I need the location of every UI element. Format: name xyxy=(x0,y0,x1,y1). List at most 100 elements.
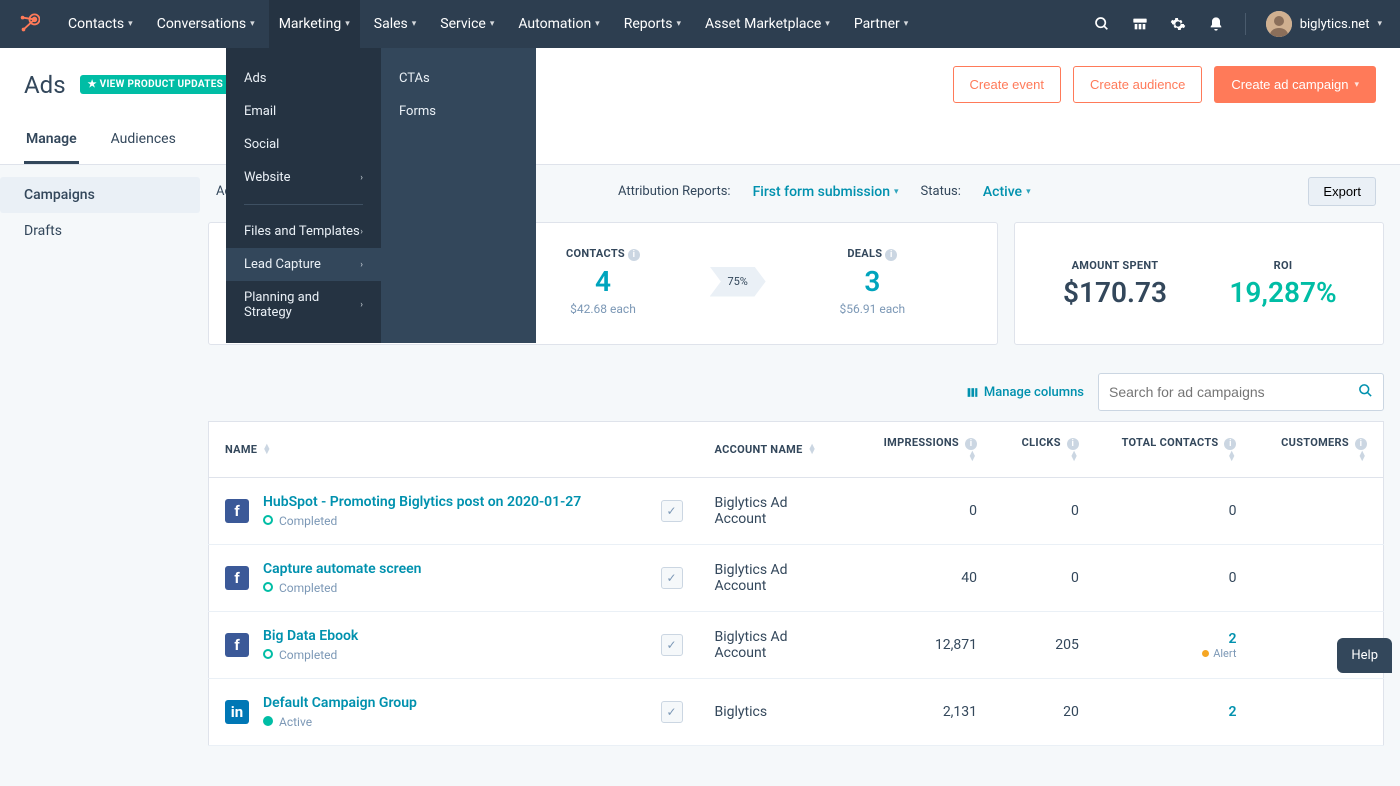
create-ad-campaign-button[interactable]: Create ad campaign▾ xyxy=(1214,66,1376,103)
attribution-label: Attribution Reports: xyxy=(618,184,731,199)
chevron-down-icon: ▾ xyxy=(677,19,682,29)
help-button[interactable]: Help xyxy=(1337,638,1392,673)
row-toggle[interactable]: ✓ xyxy=(661,634,683,656)
impressions-cell: 2,131 xyxy=(855,679,993,746)
info-icon[interactable]: i xyxy=(628,249,640,261)
chevron-down-icon: ▾ xyxy=(825,19,830,29)
chevron-down-icon: ▾ xyxy=(412,19,417,29)
spent-value: $170.73 xyxy=(1031,276,1199,309)
account-name: biglytics.net xyxy=(1300,17,1370,32)
nav-item-conversations[interactable]: Conversations▾ xyxy=(147,0,265,48)
chevron-right-icon: › xyxy=(360,173,363,183)
menu-item-social[interactable]: Social xyxy=(226,128,381,161)
campaign-status: Completed xyxy=(279,514,337,528)
info-icon[interactable]: i xyxy=(885,249,897,261)
sort-icon[interactable]: ▲▼ xyxy=(262,445,271,455)
export-button[interactable]: Export xyxy=(1308,177,1376,206)
sort-icon[interactable]: ▲▼ xyxy=(1358,452,1367,462)
page-header: Ads ★ VIEW PRODUCT UPDATES Create event … xyxy=(0,48,1400,165)
menu-item-planning-and-strategy[interactable]: Planning and Strategy› xyxy=(226,281,381,329)
col-account-name[interactable]: ACCOUNT NAME ▲▼ xyxy=(699,422,856,478)
nav-item-automation[interactable]: Automation▾ xyxy=(508,0,609,48)
sidebar-item-drafts[interactable]: Drafts xyxy=(0,213,200,249)
tab-audiences[interactable]: Audiences xyxy=(109,121,178,164)
nav-item-sales[interactable]: Sales▾ xyxy=(364,0,427,48)
customers-cell xyxy=(1252,545,1383,612)
sort-icon[interactable]: ▲▼ xyxy=(968,452,977,462)
menu-item-ads[interactable]: Ads xyxy=(226,62,381,95)
notifications-bell-icon[interactable] xyxy=(1207,15,1225,33)
sort-icon[interactable]: ▲▼ xyxy=(808,445,817,455)
campaign-status: Completed xyxy=(279,581,337,595)
impressions-cell: 12,871 xyxy=(855,612,993,679)
facebook-icon: f xyxy=(225,566,249,590)
chevron-down-icon: ▾ xyxy=(595,19,600,29)
facebook-icon: f xyxy=(225,499,249,523)
marketplace-icon[interactable] xyxy=(1131,15,1149,33)
account-menu[interactable]: biglytics.net ▾ xyxy=(1266,11,1382,37)
nav-item-partner[interactable]: Partner▾ xyxy=(844,0,918,48)
contacts-link[interactable]: 2 xyxy=(1228,631,1236,647)
campaign-name-link[interactable]: Big Data Ebook xyxy=(263,628,358,644)
menu-item-forms[interactable]: Forms xyxy=(381,95,536,128)
sidebar-item-campaigns[interactable]: Campaigns xyxy=(0,177,200,213)
search-icon[interactable] xyxy=(1093,15,1111,33)
customers-cell xyxy=(1252,478,1383,545)
campaigns-table: NAME ▲▼ACCOUNT NAME ▲▼IMPRESSIONS i ▲▼CL… xyxy=(208,421,1384,746)
chevron-down-icon: ▾ xyxy=(128,19,133,29)
columns-icon xyxy=(966,386,979,399)
manage-columns-link[interactable]: Manage columns xyxy=(966,385,1084,400)
campaign-status: Completed xyxy=(279,648,337,662)
menu-item-ctas[interactable]: CTAs xyxy=(381,62,536,95)
status-dot-icon xyxy=(263,716,273,726)
row-toggle[interactable]: ✓ xyxy=(661,500,683,522)
col-name[interactable]: NAME ▲▼ xyxy=(209,422,699,478)
sort-icon[interactable]: ▲▼ xyxy=(1227,452,1236,462)
status-filter[interactable]: Active ▾ xyxy=(983,184,1031,200)
nav-item-service[interactable]: Service▾ xyxy=(430,0,504,48)
sort-icon[interactable]: ▲▼ xyxy=(1070,452,1079,462)
create-audience-button[interactable]: Create audience xyxy=(1073,66,1202,103)
hubspot-logo[interactable] xyxy=(18,13,40,35)
nav-item-reports[interactable]: Reports▾ xyxy=(614,0,691,48)
chevron-right-icon: › xyxy=(360,227,363,237)
col-total-contacts[interactable]: TOTAL CONTACTS i ▲▼ xyxy=(1095,422,1253,478)
table-row: f HubSpot - Promoting Biglytics post on 2… xyxy=(209,478,1384,545)
menu-item-email[interactable]: Email xyxy=(226,95,381,128)
contacts-cell: 2Alert xyxy=(1095,612,1253,679)
account-name-cell: Biglytics Ad Account xyxy=(699,545,856,612)
menu-item-website[interactable]: Website› xyxy=(226,161,381,194)
create-event-button[interactable]: Create event xyxy=(953,66,1061,103)
row-toggle[interactable]: ✓ xyxy=(661,567,683,589)
clicks-cell: 0 xyxy=(993,478,1095,545)
deals-sub: $56.91 each xyxy=(772,302,973,316)
campaign-name-link[interactable]: Capture automate screen xyxy=(263,561,421,577)
col-clicks[interactable]: CLICKS i ▲▼ xyxy=(993,422,1095,478)
top-nav: Contacts▾Conversations▾Marketing▾Sales▾S… xyxy=(0,0,1400,48)
nav-item-marketing[interactable]: Marketing▾ xyxy=(269,0,360,48)
campaign-name-link[interactable]: Default Campaign Group xyxy=(263,695,417,711)
tab-manage[interactable]: Manage xyxy=(24,121,79,164)
settings-gear-icon[interactable] xyxy=(1169,15,1187,33)
chevron-down-icon: ▾ xyxy=(1377,19,1382,29)
nav-item-asset-marketplace[interactable]: Asset Marketplace▾ xyxy=(695,0,840,48)
view-updates-badge[interactable]: ★ VIEW PRODUCT UPDATES xyxy=(80,75,232,94)
col-customers[interactable]: CUSTOMERS i ▲▼ xyxy=(1252,422,1383,478)
campaign-name-link[interactable]: HubSpot - Promoting Biglytics post on 20… xyxy=(263,494,581,510)
attribution-filter[interactable]: First form submission ▾ xyxy=(753,184,899,200)
status-dot-icon xyxy=(263,649,273,659)
col-impressions[interactable]: IMPRESSIONS i ▲▼ xyxy=(855,422,993,478)
clicks-cell: 205 xyxy=(993,612,1095,679)
contacts-cell: 0 xyxy=(1095,478,1253,545)
chevron-down-icon: ▾ xyxy=(250,19,255,29)
row-toggle[interactable]: ✓ xyxy=(661,701,683,723)
menu-item-lead-capture[interactable]: Lead Capture› xyxy=(226,248,381,281)
nav-item-contacts[interactable]: Contacts▾ xyxy=(58,0,143,48)
page-title: Ads xyxy=(24,71,66,99)
search-campaigns-input[interactable] xyxy=(1098,373,1384,411)
contacts-link[interactable]: 2 xyxy=(1228,704,1236,720)
account-name-cell: Biglytics Ad Account xyxy=(699,478,856,545)
marketing-dropdown: AdsEmailSocialWebsite› Files and Templat… xyxy=(226,48,536,343)
account-name-cell: Biglytics Ad Account xyxy=(699,612,856,679)
menu-item-files-and-templates[interactable]: Files and Templates› xyxy=(226,215,381,248)
